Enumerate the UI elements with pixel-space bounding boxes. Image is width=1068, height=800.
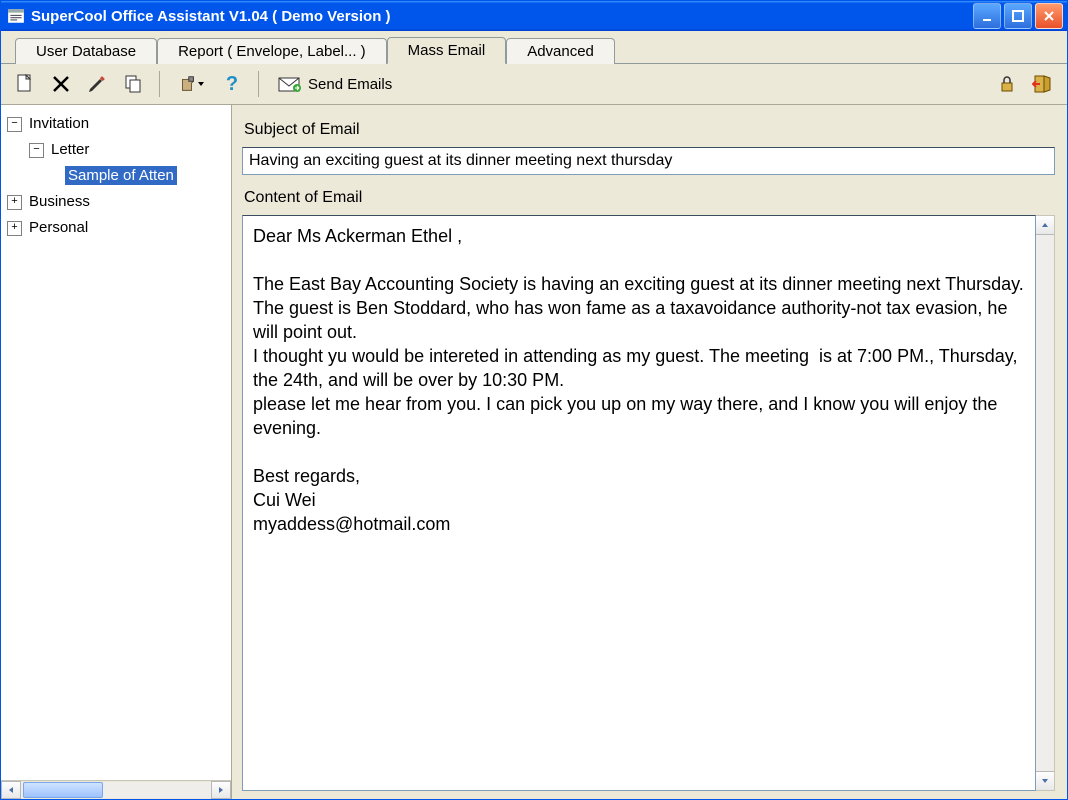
scroll-thumb[interactable] [23, 782, 103, 798]
scroll-track[interactable] [21, 782, 211, 798]
subject-input[interactable] [242, 147, 1055, 175]
tab-advanced[interactable]: Advanced [506, 38, 615, 64]
scroll-track[interactable] [1036, 235, 1054, 771]
scroll-left-button[interactable] [1, 781, 21, 799]
scroll-up-button[interactable] [1036, 216, 1054, 235]
tree-node-invitation[interactable]: −Invitation [3, 111, 229, 137]
edit-button[interactable] [81, 68, 113, 100]
toolbar-separator [258, 71, 259, 97]
expand-icon[interactable]: + [7, 195, 22, 210]
tree-node-business[interactable]: +Business [3, 189, 229, 215]
new-button[interactable] [9, 68, 41, 100]
template-tree-pane: −Invitation −Letter Sample of Atten +Bus… [1, 105, 232, 799]
send-emails-label: Send Emails [308, 76, 392, 93]
maximize-button[interactable] [1004, 3, 1032, 29]
main-tabs: User Database Report ( Envelope, Label..… [1, 31, 1067, 64]
settings-button[interactable] [170, 68, 212, 100]
expand-icon[interactable]: + [7, 221, 22, 236]
template-tree[interactable]: −Invitation −Letter Sample of Atten +Bus… [1, 105, 231, 780]
subject-label: Subject of Email [244, 121, 1055, 139]
scroll-right-button[interactable] [211, 781, 231, 799]
content-textarea[interactable] [242, 215, 1036, 791]
main-body: −Invitation −Letter Sample of Atten +Bus… [1, 105, 1067, 799]
content-label: Content of Email [244, 189, 1055, 207]
lock-button[interactable] [991, 68, 1023, 100]
tree-node-personal[interactable]: +Personal [3, 215, 229, 241]
toolbar: ? Send Emails [1, 64, 1067, 105]
envelope-icon [278, 74, 302, 94]
content-vertical-scrollbar[interactable] [1036, 215, 1055, 791]
close-button[interactable] [1035, 3, 1063, 29]
tab-user-database[interactable]: User Database [15, 38, 157, 64]
scroll-down-button[interactable] [1036, 771, 1054, 790]
app-icon [7, 7, 25, 25]
window-title: SuperCool Office Assistant V1.04 ( Demo … [31, 8, 973, 25]
collapse-icon[interactable]: − [29, 143, 44, 158]
send-emails-button[interactable]: Send Emails [269, 68, 401, 100]
titlebar: SuperCool Office Assistant V1.04 ( Demo … [1, 1, 1067, 31]
tree-horizontal-scrollbar[interactable] [1, 780, 231, 799]
svg-text:?: ? [226, 73, 238, 95]
app-window: SuperCool Office Assistant V1.04 ( Demo … [0, 0, 1068, 800]
tab-report[interactable]: Report ( Envelope, Label... ) [157, 38, 387, 64]
copy-button[interactable] [117, 68, 149, 100]
window-controls [973, 3, 1063, 29]
email-form: Subject of Email Content of Email [232, 105, 1067, 799]
tab-mass-email[interactable]: Mass Email [387, 37, 507, 64]
exit-button[interactable] [1027, 68, 1059, 100]
collapse-icon[interactable]: − [7, 117, 22, 132]
tree-node-letter[interactable]: −Letter [3, 137, 229, 163]
delete-button[interactable] [45, 68, 77, 100]
minimize-button[interactable] [973, 3, 1001, 29]
tree-node-sample-of-attendance[interactable]: Sample of Atten [3, 163, 229, 189]
toolbar-separator [159, 71, 160, 97]
help-button[interactable]: ? [216, 68, 248, 100]
